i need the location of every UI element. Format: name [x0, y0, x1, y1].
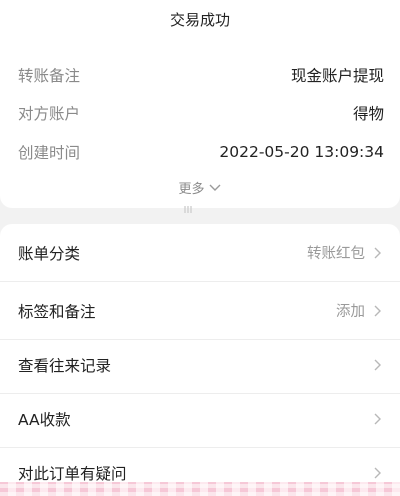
- list-item-bill-category[interactable]: 账单分类 转账红包: [0, 224, 400, 282]
- list-item-aa-collect[interactable]: AA收款: [0, 390, 400, 448]
- detail-row-created-time: 创建时间 2022-05-20 13:09:34: [18, 140, 384, 164]
- list-item-transaction-history[interactable]: 查看往来记录: [0, 336, 400, 394]
- item-value: 转账红包: [307, 246, 365, 262]
- detail-value: 现金账户提现: [290, 67, 384, 85]
- detail-label: 转账备注: [18, 67, 81, 85]
- decorative-footer-pattern: [0, 482, 400, 496]
- item-label: 账单分类: [18, 244, 81, 263]
- detail-label: 对方账户: [18, 105, 81, 123]
- item-label: 标签和备注: [18, 302, 96, 321]
- options-list-card: 账单分类 转账红包 标签和备注 添加 查看往来记录 AA收款 对此订单有疑问: [0, 224, 400, 496]
- transaction-status: 交易成功: [169, 11, 230, 29]
- detail-label: 创建时间: [18, 144, 81, 162]
- item-label: AA收款: [18, 410, 71, 429]
- chevron-right-icon: [374, 247, 381, 258]
- more-label: 更多: [178, 182, 205, 197]
- chevron-right-icon: [374, 413, 381, 424]
- more-button[interactable]: 更多: [0, 178, 400, 197]
- detail-value: 得物: [352, 105, 384, 123]
- chevron-right-icon: [374, 359, 381, 370]
- detail-value: 2022-05-20 13:09:34: [219, 143, 384, 161]
- chevron-right-icon: [374, 467, 381, 479]
- transaction-summary-card: 交易成功 转账备注 现金账户提现 对方账户 得物 创建时间 2022-05-20…: [0, 0, 400, 208]
- drag-handle-dots: [184, 206, 192, 213]
- item-label: 对此订单有疑问: [18, 465, 127, 483]
- detail-row-counterparty: 对方账户 得物: [18, 101, 384, 125]
- chevron-down-icon: [209, 184, 220, 191]
- list-item-tags-notes[interactable]: 标签和备注 添加: [0, 282, 400, 340]
- item-label: 查看往来记录: [18, 356, 112, 375]
- detail-row-remark: 转账备注 现金账户提现: [18, 63, 384, 87]
- chevron-right-icon: [374, 305, 381, 316]
- item-value: 添加: [336, 304, 365, 320]
